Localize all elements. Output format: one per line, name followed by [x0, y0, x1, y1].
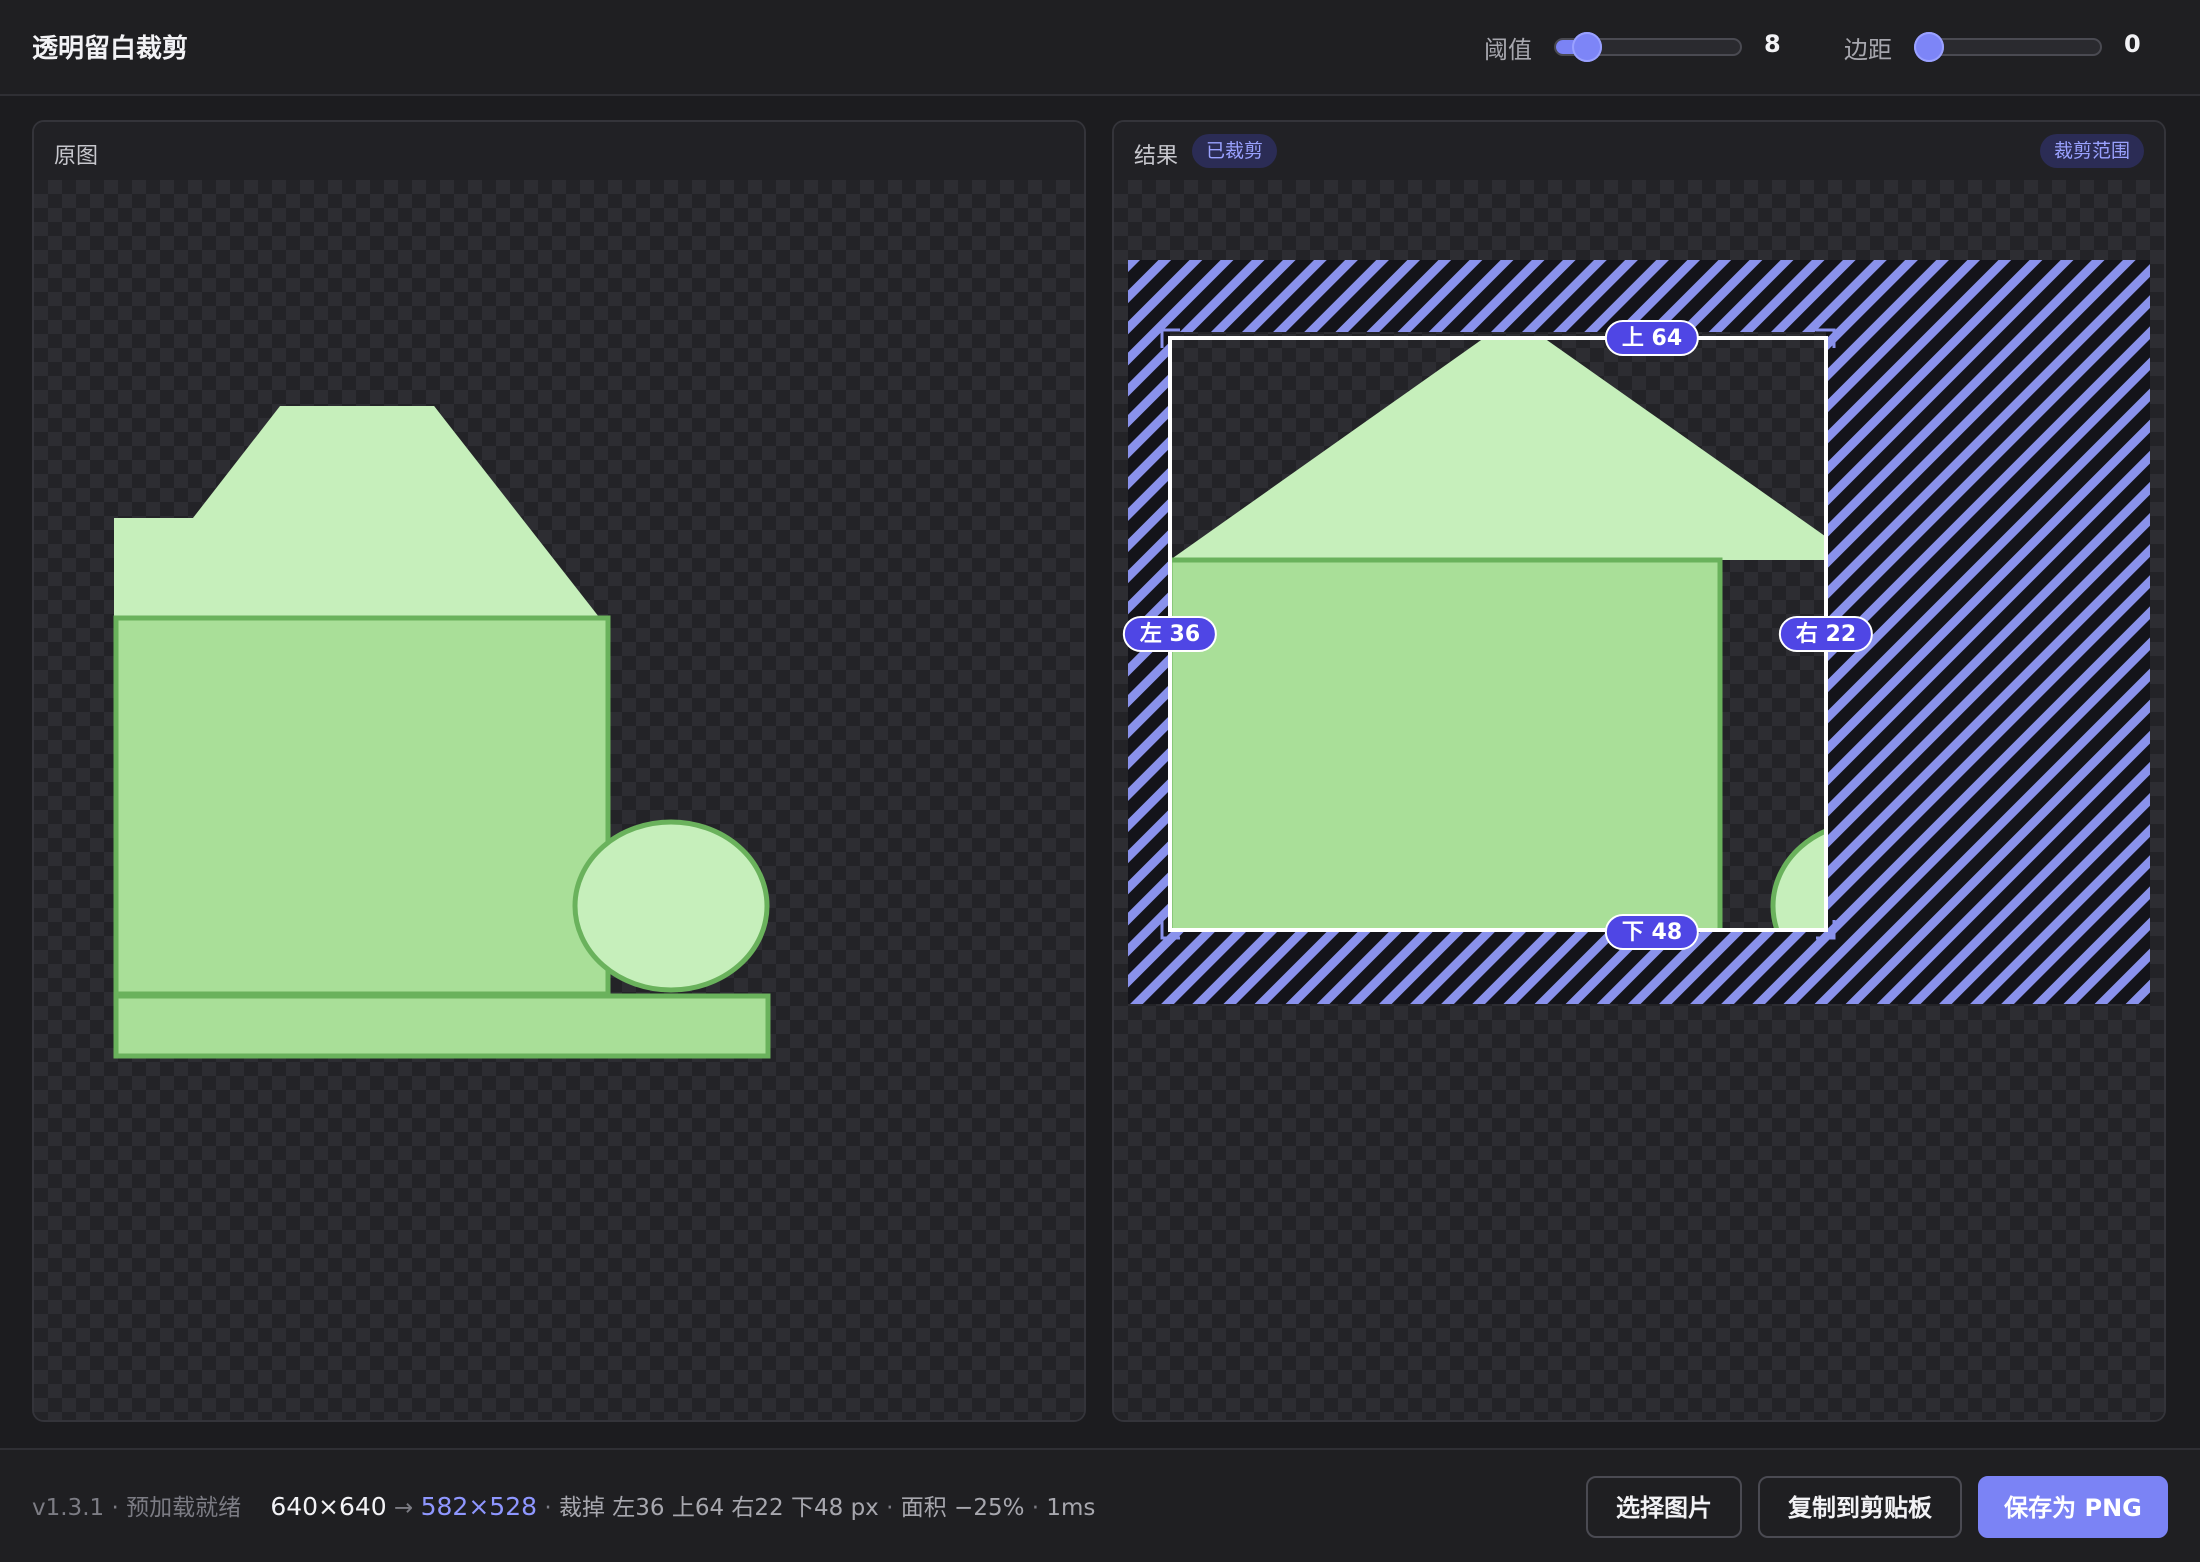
original-panel-header: 原图 [34, 122, 1084, 182]
area-change: 面积 −25% [900, 1495, 1025, 1521]
crop-range-toggle[interactable]: 裁剪范围 [2039, 134, 2144, 168]
status-line: v1.3.1 · 预加载就绪 640×640 → 582×528 · 裁掉 左3… [32, 1488, 1095, 1522]
original-size: 640×640 [270, 1492, 387, 1521]
cropped-status-badge: 已裁剪 [1192, 134, 1278, 168]
threshold-slider-thumb[interactable] [1572, 32, 1602, 62]
result-panel: 结果 已裁剪 裁剪范围 上 64 左 36 右 22 下 48 [1112, 120, 2166, 1422]
result-panel-title: 结果 [1134, 144, 1179, 169]
save-png-button[interactable]: 保存为 PNG [1978, 1476, 2168, 1538]
padding-value: 0 [2124, 30, 2141, 58]
separator: · [544, 1495, 552, 1521]
new-size: 582×528 [420, 1492, 538, 1521]
separator: · [886, 1495, 894, 1521]
crop-right-marker: 右 22 [1778, 616, 1874, 652]
crop-bottom-marker: 下 48 [1604, 914, 1700, 950]
result-preview [1128, 260, 2150, 1004]
original-panel-title: 原图 [54, 144, 99, 169]
original-canvas [34, 180, 1084, 1420]
house-circle [572, 819, 770, 993]
original-image [113, 406, 771, 1059]
crop-left-marker: 左 36 [1122, 616, 1218, 652]
choose-image-button[interactable]: 选择图片 [1586, 1476, 1742, 1538]
crop-info: 裁掉 左36 上64 右22 下48 px [558, 1495, 879, 1521]
separator: · [1031, 1495, 1040, 1521]
threshold-label: 阈值 [1484, 36, 1532, 64]
app-title: 透明留白裁剪 [32, 34, 189, 64]
result-canvas: 上 64 左 36 右 22 下 48 [1114, 180, 2164, 1420]
arrow-icon: → [394, 1495, 414, 1521]
threshold-value: 8 [1764, 30, 1781, 58]
version-status: v1.3.1 · 预加载就绪 [32, 1495, 242, 1521]
copy-to-clipboard-button[interactable]: 复制到剪贴板 [1758, 1476, 1962, 1538]
crop-top-marker: 上 64 [1604, 320, 1700, 356]
original-panel: 原图 [32, 120, 1086, 1422]
padding-label: 边距 [1844, 36, 1892, 64]
trimmed-right-region [1826, 332, 2150, 932]
result-panel-header: 结果 已裁剪 裁剪范围 [1114, 122, 2164, 182]
padding-slider-thumb[interactable] [1914, 32, 1944, 62]
app-header: 透明留白裁剪 阈值 8 边距 0 [0, 0, 2200, 96]
footer-bar: v1.3.1 · 预加载就绪 640×640 → 582×528 · 裁掉 左3… [0, 1448, 2200, 1562]
house-roof-trapezoid [116, 406, 599, 617]
house-wall [113, 615, 611, 997]
process-time: 1ms [1046, 1495, 1096, 1521]
house-base [113, 993, 771, 1059]
